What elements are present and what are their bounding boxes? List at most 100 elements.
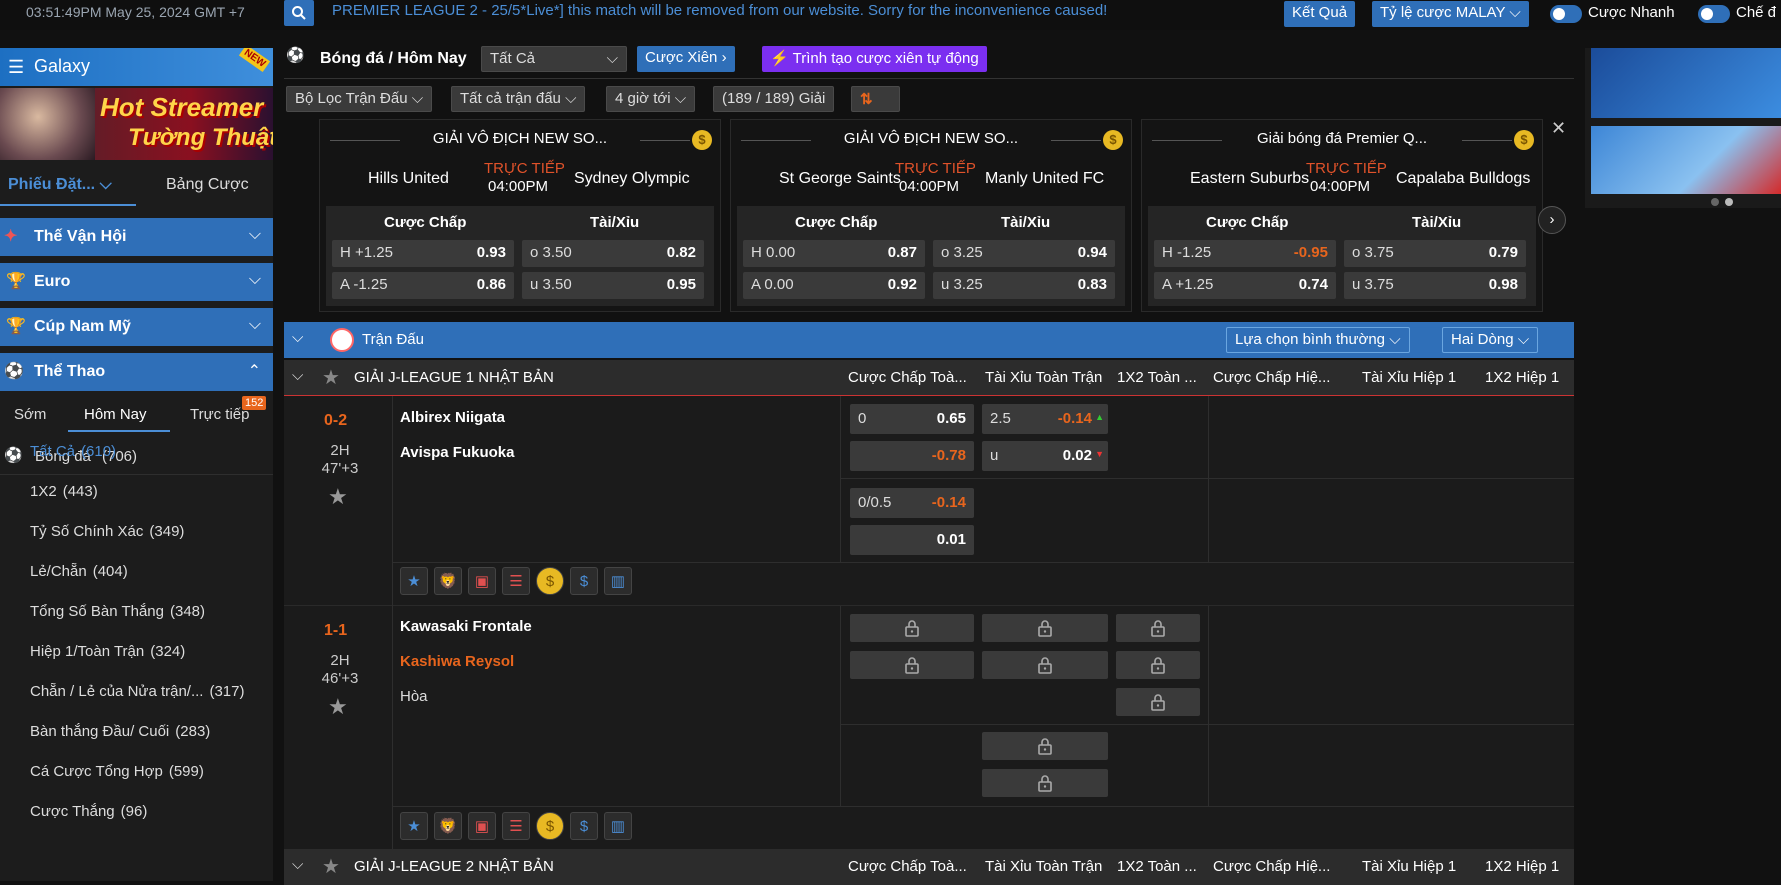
card-hdp-odd[interactable]: A 0.00 0.92 — [743, 272, 925, 299]
market-item-label: Tỷ Số Chính Xác — [30, 523, 144, 540]
market-item[interactable]: Cược Thắng (96) — [30, 803, 147, 820]
tab-bet-table[interactable]: Bảng Cược — [166, 176, 249, 194]
hdp-odd[interactable]: 0/0.5 -0.14 — [850, 488, 974, 518]
card-hdp-price: 0.86 — [476, 276, 506, 293]
market-item[interactable]: Lẻ/Chẵn (404) — [30, 563, 128, 580]
parlay-button[interactable]: Cược Xiên › — [637, 46, 735, 72]
mode-toggle[interactable] — [1698, 5, 1730, 23]
football-icon: ⚽ — [4, 447, 23, 464]
card-ou-odd[interactable]: u 3.50 0.95 — [522, 272, 704, 299]
section-olympics[interactable]: ✦ Thế Vận Hội ⌵ — [0, 218, 273, 256]
star-icon[interactable]: ★ — [322, 854, 340, 879]
chart-icon[interactable]: ▥ — [604, 567, 632, 595]
tab-live[interactable]: Trực tiếp — [190, 406, 250, 423]
lion-icon[interactable]: 🦁 — [434, 812, 462, 840]
card-hdp-odd[interactable]: H 0.00 0.87 — [743, 240, 925, 267]
lines-dropdown[interactable]: Hai Dòng ⌵ — [1442, 327, 1539, 353]
galaxy-banner[interactable]: ☰ Galaxy NEW — [0, 48, 273, 86]
lion-icon[interactable]: 🦁 — [434, 567, 462, 595]
hdp-odd[interactable]: 0 0.65 — [850, 404, 974, 434]
card-hdp-odd[interactable]: H -1.25 -0.95 — [1154, 240, 1336, 267]
market-item[interactable]: Cá Cược Tổng Hợp (599) — [30, 763, 204, 780]
hot-streamer-banner[interactable]: Hot Streamer Tường Thuật — [0, 88, 273, 160]
card-ou-odd[interactable]: u 3.25 0.83 — [933, 272, 1115, 299]
featured-match-card[interactable]: GIẢI VÔ ĐỊCH NEW SO... $ St George Saint… — [730, 119, 1132, 312]
column-header: 1X2 Hiệp 1 — [1485, 369, 1560, 386]
chevron-down-icon[interactable]: ⌵ — [292, 329, 303, 346]
chart-icon[interactable]: ▥ — [604, 812, 632, 840]
hdp-odd[interactable]: -0.78 — [850, 441, 974, 471]
lock-icon — [1116, 688, 1200, 716]
market-item[interactable]: 1X2 (443) — [30, 483, 98, 500]
tab-today[interactable]: Hôm Nay — [84, 406, 147, 423]
star-icon[interactable]: ★ — [400, 567, 428, 595]
carousel-dot[interactable] — [1711, 198, 1719, 206]
dollar-icon[interactable]: $ — [570, 812, 598, 840]
tab-early[interactable]: Sớm — [14, 406, 46, 423]
star-icon[interactable]: ★ — [400, 812, 428, 840]
card-ou-price: 0.98 — [1488, 276, 1518, 293]
section-euro[interactable]: 🏆 Euro ⌵ — [0, 263, 273, 301]
stats-card-icon[interactable]: ☰ — [502, 567, 530, 595]
card-hdp-odd[interactable]: H +1.25 0.93 — [332, 240, 514, 267]
promo-banner-2[interactable] — [1591, 126, 1781, 194]
card-ou-price: 0.83 — [1077, 276, 1107, 293]
close-icon[interactable]: ✕ — [1551, 118, 1566, 139]
featured-match-card[interactable]: Giải bóng đá Premier Q... $ Eastern Subu… — [1141, 119, 1543, 312]
camera-icon[interactable]: ▣ — [468, 812, 496, 840]
today-underline — [68, 430, 170, 432]
card-ou-odd[interactable]: o 3.75 0.79 — [1344, 240, 1526, 267]
market-item[interactable]: Chẵn / Lẻ của Nửa trận/... (317) — [30, 683, 245, 700]
filter-dropdown[interactable]: Tất Cả ⌵ — [481, 46, 627, 72]
camera-icon[interactable]: ▣ — [468, 567, 496, 595]
section-copa[interactable]: 🏆 Cúp Nam Mỹ ⌵ — [0, 308, 273, 346]
lock-icon — [1116, 614, 1200, 642]
card-hdp-odd[interactable]: A -1.25 0.86 — [332, 272, 514, 299]
card-ou-odd[interactable]: o 3.50 0.82 — [522, 240, 704, 267]
coin-icon[interactable]: $ — [536, 567, 564, 595]
star-icon[interactable]: ★ — [328, 694, 348, 720]
section-sports[interactable]: ⚽ Thể Thao ⌃ — [0, 353, 273, 391]
market-item[interactable]: Bàn thắng Đầu/ Cuối (283) — [30, 723, 210, 740]
card-hdp-line: H +1.25 — [340, 244, 393, 261]
chevron-right-icon[interactable]: › — [1538, 206, 1566, 234]
tab-bet-slip[interactable]: Phiếu Đặt... ⌵ — [8, 176, 112, 194]
all-matches-dropdown[interactable]: Tất cả trận đấu ⌵ — [451, 86, 586, 112]
ou-odd[interactable]: u 0.02 ▼ — [982, 441, 1108, 471]
search-button[interactable] — [284, 0, 314, 26]
lock-icon — [982, 651, 1108, 679]
star-icon[interactable]: ★ — [322, 365, 340, 390]
promo-banner-1[interactable] — [1591, 48, 1781, 118]
match-filter-dropdown[interactable]: Bộ Lọc Trận Đấu ⌵ — [286, 86, 433, 112]
card-ou-odd[interactable]: u 3.75 0.98 — [1344, 272, 1526, 299]
news-ticker: PREMIER LEAGUE 2 - 25/5*Live*] this matc… — [332, 2, 1108, 19]
market-item[interactable]: Tỷ Số Chính Xác (349) — [30, 523, 184, 540]
card-hdp-odd[interactable]: A +1.25 0.74 — [1154, 272, 1336, 299]
sort-arrows-icon[interactable]: ⇅ — [851, 86, 900, 112]
league-row[interactable]: ⌵ ★ GIẢI J-LEAGUE 1 NHẬT BẢN Cược Chấp To… — [284, 360, 1574, 396]
stats-card-icon[interactable]: ☰ — [502, 812, 530, 840]
league-row[interactable]: ⌵ ★ GIẢI J-LEAGUE 2 NHẬT BẢN Cược Chấp To… — [284, 849, 1574, 885]
results-button[interactable]: Kết Quả — [1284, 1, 1356, 27]
ou-line: u — [990, 447, 999, 464]
featured-match-card[interactable]: GIẢI VÔ ĐỊCH NEW SO... $ Hills United TR… — [319, 119, 721, 312]
coin-icon[interactable]: $ — [536, 812, 564, 840]
auto-parlay-button[interactable]: ⚡ Trình tạo cược xiên tự động — [762, 46, 987, 72]
hdp-odd[interactable]: 0.01 — [850, 525, 974, 555]
odds-type-dropdown[interactable]: Tỷ lệ cược MALAY ⌵ — [1372, 1, 1529, 27]
quick-bet-toggle[interactable] — [1550, 5, 1582, 23]
league-count-button[interactable]: (189 / 189) Giải — [713, 86, 835, 112]
market-item[interactable]: Tất Cả (610) — [30, 443, 116, 460]
card-ou-odd[interactable]: o 3.25 0.94 — [933, 240, 1115, 267]
sort-dropdown[interactable]: Lựa chọn bình thường ⌵ — [1226, 327, 1410, 353]
market-item[interactable]: Tổng Số Bàn Thắng (348) — [30, 603, 205, 620]
carousel-dot-active[interactable] — [1725, 198, 1733, 206]
ou-odd[interactable]: 2.5 -0.14 ▲ — [982, 404, 1108, 434]
chevron-down-icon[interactable]: ⌵ — [292, 367, 303, 384]
dollar-icon[interactable]: $ — [570, 567, 598, 595]
chevron-down-icon[interactable]: ⌵ — [292, 856, 303, 873]
market-item[interactable]: Hiệp 1/Toàn Trận (324) — [30, 643, 185, 660]
chevron-down-icon: ⌵ — [1509, 4, 1521, 21]
time-window-dropdown[interactable]: 4 giờ tới ⌵ — [606, 86, 696, 112]
star-icon[interactable]: ★ — [328, 484, 348, 510]
